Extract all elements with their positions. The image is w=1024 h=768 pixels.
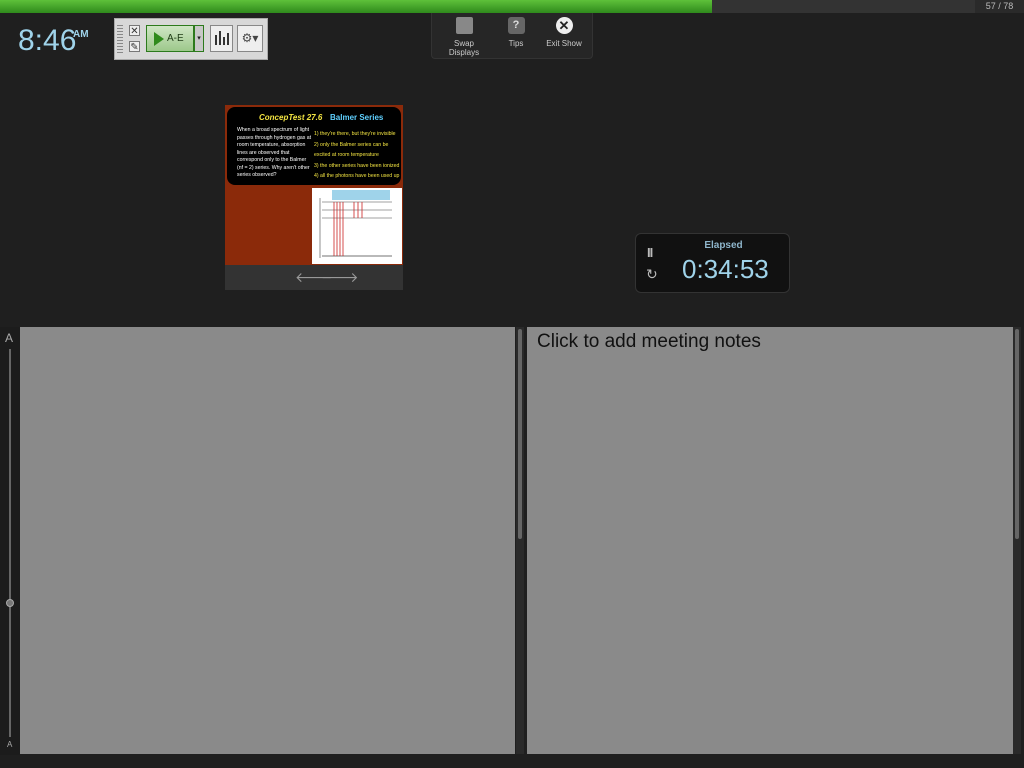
slide-question-text: When a broad spectrum of light passes th… [237, 127, 312, 178]
poll-type-dropdown[interactable]: ▾ [194, 25, 204, 52]
swap-displays-icon [455, 17, 473, 34]
slide-navigation-bar: 🡐 🡒 [225, 265, 403, 290]
slide-question-box: ConcepTest 27.6 Balmer Series When a bro… [227, 107, 401, 185]
next-slide-arrow-icon[interactable]: 🡒 [321, 269, 359, 286]
tips-button[interactable]: ? Tips [502, 17, 530, 48]
pause-icon[interactable]: II [647, 245, 653, 260]
current-time-ampm: AM [73, 29, 89, 40]
start-poll-button[interactable]: A-E [146, 25, 194, 52]
meeting-notes-panel[interactable]: Click to add meeting notes [527, 327, 1013, 754]
swap-displays-button[interactable]: Swap Displays [438, 17, 490, 57]
answer-option: 3) the other series have been ionized [314, 162, 400, 169]
swap-displays-label: Swap Displays [448, 39, 480, 57]
poll-type-label: A-E [167, 33, 184, 44]
poll-settings-button[interactable]: ⚙▾ [237, 25, 263, 52]
font-size-slider-knob[interactable] [6, 599, 14, 607]
poll-toolbar: ✕ ✎ A-E ▾ ⚙▾ [114, 18, 268, 60]
tips-label: Tips [508, 39, 524, 48]
font-size-small-label: A [7, 740, 13, 749]
close-circle-icon: ✕ [555, 17, 573, 34]
bar-chart-icon [214, 35, 217, 45]
font-size-large-label: A [5, 331, 14, 345]
slide-progress-fill [0, 0, 712, 13]
slide-progress-bar [0, 0, 975, 13]
current-time: 8:46 [18, 24, 77, 57]
help-icon: ? [507, 17, 525, 34]
slide-title: ConcepTest 27.6 [259, 113, 323, 122]
answer-option: 1) they're there, but they're invisible [314, 131, 396, 137]
presenter-toolbar: Swap Displays ? Tips ✕ Exit Show [431, 13, 593, 59]
slide-answer-list: 1) they're there, but they're invisible … [314, 129, 402, 182]
presenter-notes-scrollbar[interactable] [516, 327, 524, 754]
edit-icon[interactable]: ✎ [129, 41, 140, 53]
exit-show-label: Exit Show [546, 39, 582, 48]
presenter-notes-panel[interactable] [20, 327, 515, 754]
meeting-notes-placeholder[interactable]: Click to add meeting notes [537, 331, 761, 353]
reset-icon[interactable]: ↻ [646, 266, 658, 283]
meeting-notes-scrollbar[interactable] [1013, 327, 1021, 754]
timer-value: 0:34:53 [682, 254, 769, 284]
font-size-slider-track[interactable] [9, 349, 11, 737]
slide-counter: 57 / 78 [975, 0, 1024, 13]
timer-label: Elapsed [704, 240, 743, 251]
scroll-thumb[interactable] [518, 329, 522, 539]
energy-level-diagram [312, 188, 402, 264]
exit-show-button[interactable]: ✕ Exit Show [542, 17, 586, 48]
show-results-chart-button[interactable] [210, 25, 233, 52]
answer-option: 2) only the Balmer series can be excited… [314, 141, 389, 159]
answer-option: 4) all the photons have been used up [314, 173, 400, 179]
toolbar-grip-handle[interactable] [117, 25, 123, 53]
current-slide-thumbnail[interactable]: ConcepTest 27.6 Balmer Series When a bro… [225, 105, 403, 265]
slide-subtitle: Balmer Series [330, 113, 384, 122]
elapsed-timer: Elapsed II ↻ 0:34:53 [635, 233, 790, 293]
close-icon[interactable]: ✕ [129, 25, 140, 37]
play-icon [154, 31, 164, 46]
scroll-thumb[interactable] [1015, 329, 1019, 539]
font-size-slider[interactable]: A A [0, 327, 20, 755]
